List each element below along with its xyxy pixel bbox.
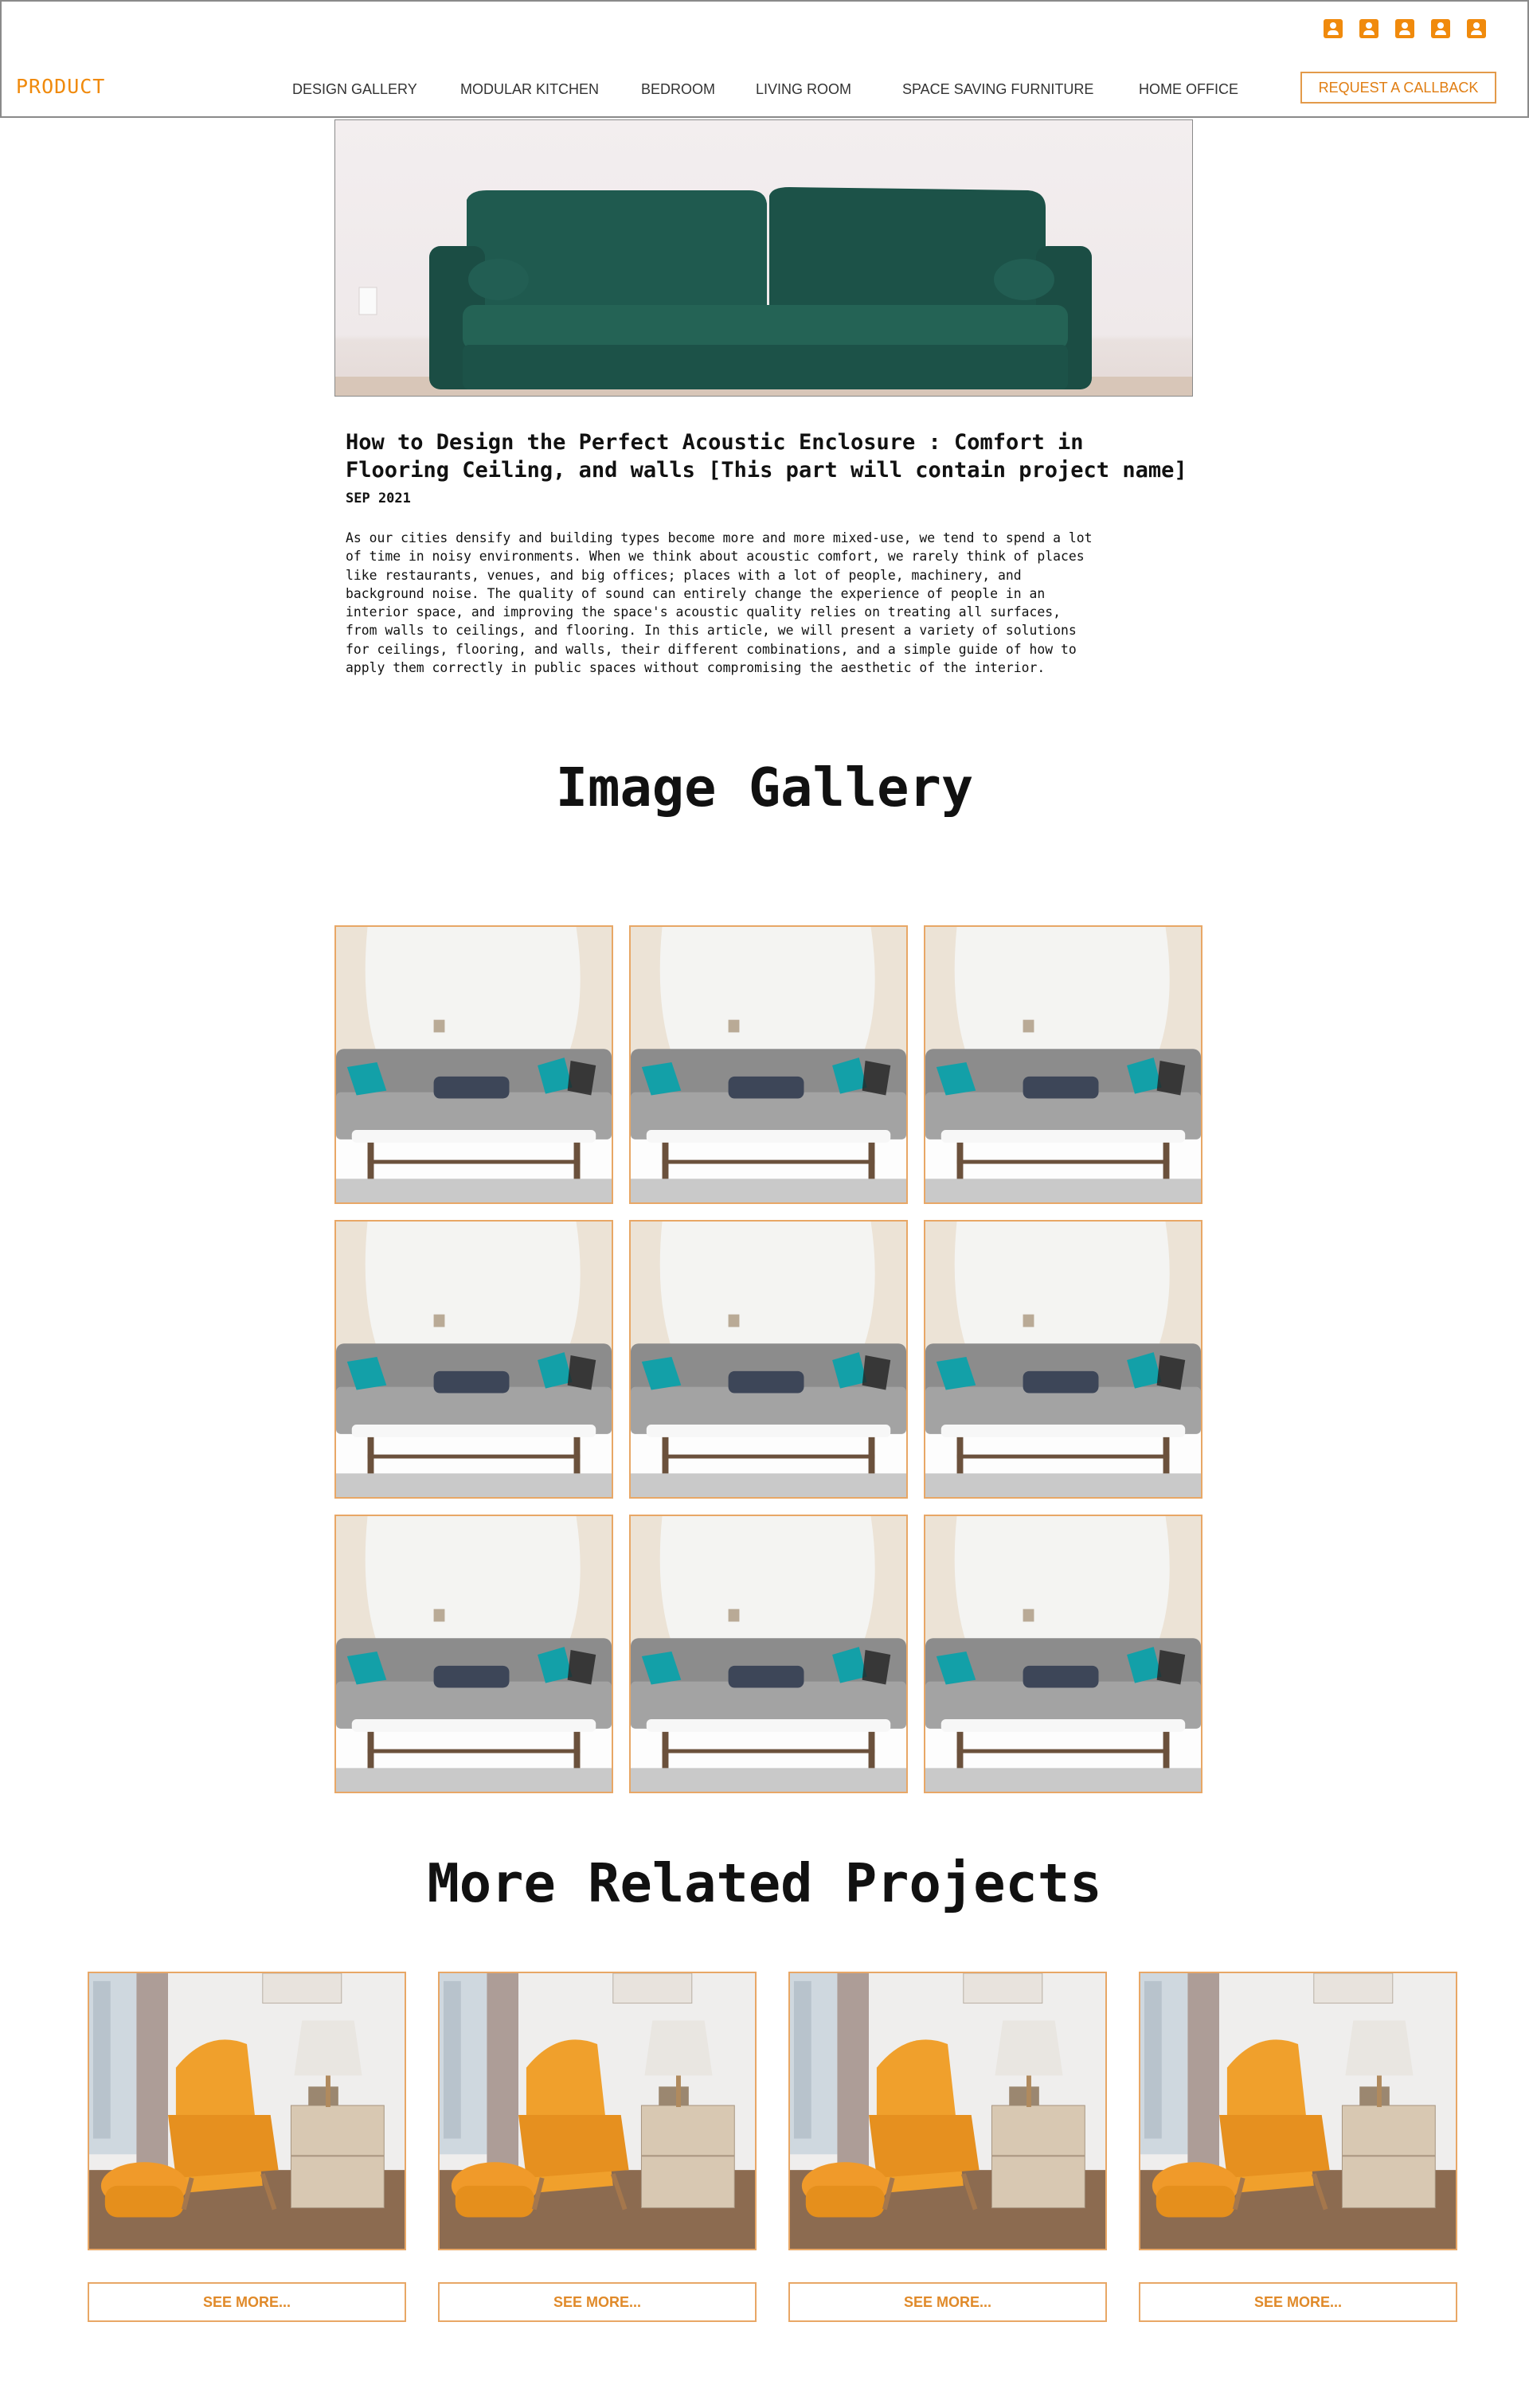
related-project-card: SEE MORE...: [88, 1972, 406, 2322]
green-sofa-image: [335, 187, 1192, 396]
related-project-image[interactable]: [1139, 1972, 1457, 2250]
user-icon[interactable]: [1467, 19, 1486, 38]
related-project-card: SEE MORE...: [438, 1972, 757, 2322]
related-project-image[interactable]: [438, 1972, 757, 2250]
hero-image: [334, 119, 1193, 397]
nav-modular-kitchen[interactable]: MODULAR KITCHEN: [460, 81, 599, 98]
nav-design-gallery[interactable]: DESIGN GALLERY: [292, 81, 417, 98]
see-more-button[interactable]: SEE MORE...: [788, 2282, 1107, 2322]
nav-home-office[interactable]: HOME OFFICE: [1139, 81, 1238, 98]
gallery-title: Image Gallery: [555, 756, 974, 819]
see-more-button[interactable]: SEE MORE...: [438, 2282, 757, 2322]
user-icon[interactable]: [1324, 19, 1343, 38]
user-icon[interactable]: [1359, 19, 1378, 38]
gallery-image[interactable]: [924, 925, 1202, 1204]
related-project-card: SEE MORE...: [1139, 1972, 1457, 2322]
see-more-button[interactable]: SEE MORE...: [88, 2282, 406, 2322]
main-nav: PRODUCT DESIGN GALLERY MODULAR KITCHEN B…: [0, 59, 1529, 118]
nav-bedroom[interactable]: BEDROOM: [641, 81, 715, 98]
gallery-image[interactable]: [629, 925, 908, 1204]
related-project-image[interactable]: [88, 1972, 406, 2250]
brand-logo[interactable]: PRODUCT: [16, 75, 105, 98]
top-bar: [0, 0, 1529, 61]
gallery-image[interactable]: [924, 1220, 1202, 1499]
related-title: More Related Projects: [427, 1852, 1102, 1914]
user-icon[interactable]: [1431, 19, 1450, 38]
related-project-card: SEE MORE...: [788, 1972, 1107, 2322]
related-project-image[interactable]: [788, 1972, 1107, 2250]
top-icons: [1324, 19, 1486, 38]
article-body: As our cities densify and building types…: [346, 530, 1093, 676]
article-date: SEP 2021: [346, 491, 411, 506]
gallery-image[interactable]: [629, 1515, 908, 1793]
image-gallery: [334, 925, 1202, 1793]
user-icon[interactable]: [1395, 19, 1414, 38]
article-title: How to Design the Perfect Acoustic Enclo…: [346, 430, 1187, 483]
gallery-image[interactable]: [334, 925, 613, 1204]
gallery-image[interactable]: [629, 1220, 908, 1499]
gallery-image[interactable]: [334, 1220, 613, 1499]
nav-space-saving-furniture[interactable]: SPACE SAVING FURNITURE: [902, 81, 1093, 98]
see-more-button[interactable]: SEE MORE...: [1139, 2282, 1457, 2322]
gallery-image[interactable]: [924, 1515, 1202, 1793]
nav-living-room[interactable]: LIVING ROOM: [756, 81, 851, 98]
request-callback-button[interactable]: REQUEST A CALLBACK: [1300, 72, 1496, 104]
related-projects: SEE MORE... SEE MORE... SEE MORE... SEE …: [88, 1972, 1457, 2322]
gallery-image[interactable]: [334, 1515, 613, 1793]
